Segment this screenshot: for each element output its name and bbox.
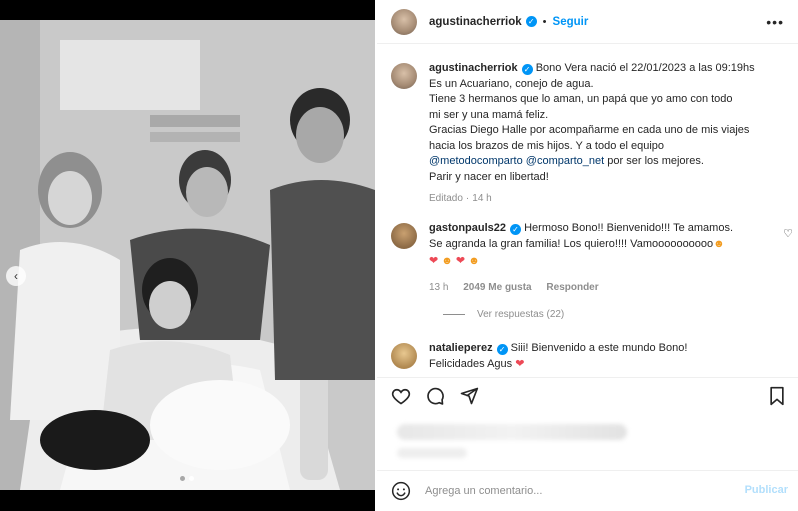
comment-input[interactable]	[425, 485, 725, 497]
comment-text: Felicidades Agus	[429, 357, 513, 370]
timestamp[interactable]: 13 h	[429, 282, 448, 293]
comment: natalieperez ✓ Siii! Bienvenido a este mu…	[391, 341, 791, 372]
caption-line: hacia los brazos de mis hijos. Y a todo …	[429, 139, 665, 152]
comment-body: natalieperez ✓ Siii! Bienvenido a este mu…	[429, 341, 779, 372]
mention-link[interactable]: @metodocomparto	[429, 155, 523, 167]
caption-line: Es un Acuariano, conejo de agua.	[429, 77, 594, 90]
caption-line: Parir y nacer en libertad!	[429, 170, 549, 183]
like-comment-heart-icon[interactable]: ♡	[783, 227, 793, 240]
caption-body: agustinacherriok ✓ Bono Vera nació el 22/…	[429, 61, 779, 207]
bookmark-icon[interactable]	[768, 386, 786, 406]
caption-username[interactable]: agustinacherriok	[429, 62, 518, 74]
heart-eyes-emoji-icon: ☻	[468, 255, 480, 267]
avatar[interactable]	[391, 8, 417, 35]
comments-section[interactable]: agustinacherriok ✓ Bono Vera nació el 22/…	[377, 45, 798, 375]
view-replies-label: Ver respuestas (22)	[477, 309, 565, 320]
likes-summary-blurred	[397, 424, 627, 440]
publish-button[interactable]: Publicar	[745, 484, 788, 496]
carousel-indicators	[180, 476, 194, 481]
caption-line: Tiene 3 hermanos que lo aman, un papá qu…	[429, 93, 733, 105]
caption: agustinacherriok ✓ Bono Vera nació el 22/…	[391, 61, 791, 207]
follow-button[interactable]: Seguir	[553, 16, 589, 28]
comment-username[interactable]: natalieperez	[429, 342, 493, 354]
header-username[interactable]: agustinacherriok	[429, 16, 522, 28]
likes-count[interactable]: 2049 Me gusta	[463, 282, 531, 293]
photo-illustration	[0, 20, 375, 490]
timestamp[interactable]: 14 h	[472, 193, 491, 204]
comment-bubble-icon[interactable]	[425, 386, 445, 406]
comment: gastonpauls22 ✓ Hermoso Bono!! Bienvenido…	[391, 221, 793, 295]
chevron-left-icon: ‹	[14, 269, 18, 283]
separator: •	[542, 15, 547, 28]
prev-photo-button[interactable]: ‹	[6, 266, 26, 286]
comment-text: Hermoso Bono!! Bienvenido!!! Te amamos.	[524, 222, 733, 234]
add-comment-bar: Publicar	[377, 470, 798, 511]
verified-icon: ✓	[525, 16, 537, 27]
caption-meta: Editado · 14 h	[429, 191, 779, 207]
carousel-dot-active	[189, 476, 194, 481]
meta-separator: ·	[465, 193, 470, 204]
comment-body: gastonpauls22 ✓ Hermoso Bono!! Bienvenido…	[429, 221, 779, 295]
avatar[interactable]	[391, 223, 417, 249]
caption-line: Bono Vera nació el 22/01/2023 a las 09:1…	[535, 62, 755, 74]
edited-label: Editado	[429, 193, 463, 204]
divider-line	[443, 314, 465, 315]
red-heart-emoji-icon: ❤	[455, 255, 466, 267]
comment-text: Siii! Bienvenido a este mundo Bono!	[510, 342, 688, 354]
mention-link[interactable]: @comparto_net	[526, 155, 604, 167]
caption-line: mi ser y una mamá feliz.	[429, 108, 549, 121]
verified-icon: ✓	[496, 344, 508, 356]
verified-icon: ✓	[521, 64, 533, 76]
post-header: agustinacherriok ✓ • Seguir •••	[377, 0, 798, 44]
post-photo[interactable]: ‹	[0, 20, 375, 490]
red-heart-emoji-icon: ❤	[429, 255, 439, 267]
carousel-dot	[180, 476, 185, 481]
caption-line: por ser los mejores.	[607, 155, 704, 167]
caption-line: Gracias Diego Halle por acompañarme en c…	[429, 124, 750, 136]
post-panel: agustinacherriok ✓ • Seguir ••• agustina…	[377, 0, 798, 511]
post-media: ‹	[0, 0, 375, 511]
share-send-icon[interactable]	[459, 386, 479, 406]
verified-icon: ✓	[510, 224, 522, 236]
post-date-blurred	[397, 448, 467, 458]
emoji-smile-icon[interactable]	[391, 481, 411, 501]
avatar[interactable]	[391, 63, 417, 89]
heart-eyes-emoji-icon: ☻	[713, 237, 725, 250]
comment-meta: 13 h 2049 Me gusta Responder	[429, 280, 779, 296]
heart-eyes-emoji-icon: ☻	[441, 255, 453, 267]
action-bar	[377, 377, 798, 417]
view-replies-button[interactable]: Ver respuestas (22)	[443, 309, 564, 320]
red-heart-emoji-icon: ❤	[515, 357, 525, 370]
more-options-icon[interactable]: •••	[766, 14, 784, 30]
like-heart-icon[interactable]	[391, 386, 411, 406]
comment-username[interactable]: gastonpauls22	[429, 222, 506, 234]
avatar[interactable]	[391, 343, 417, 369]
reply-button[interactable]: Responder	[546, 282, 598, 293]
comment-text: Se agranda la gran familia! Los quiero!!…	[429, 237, 714, 250]
